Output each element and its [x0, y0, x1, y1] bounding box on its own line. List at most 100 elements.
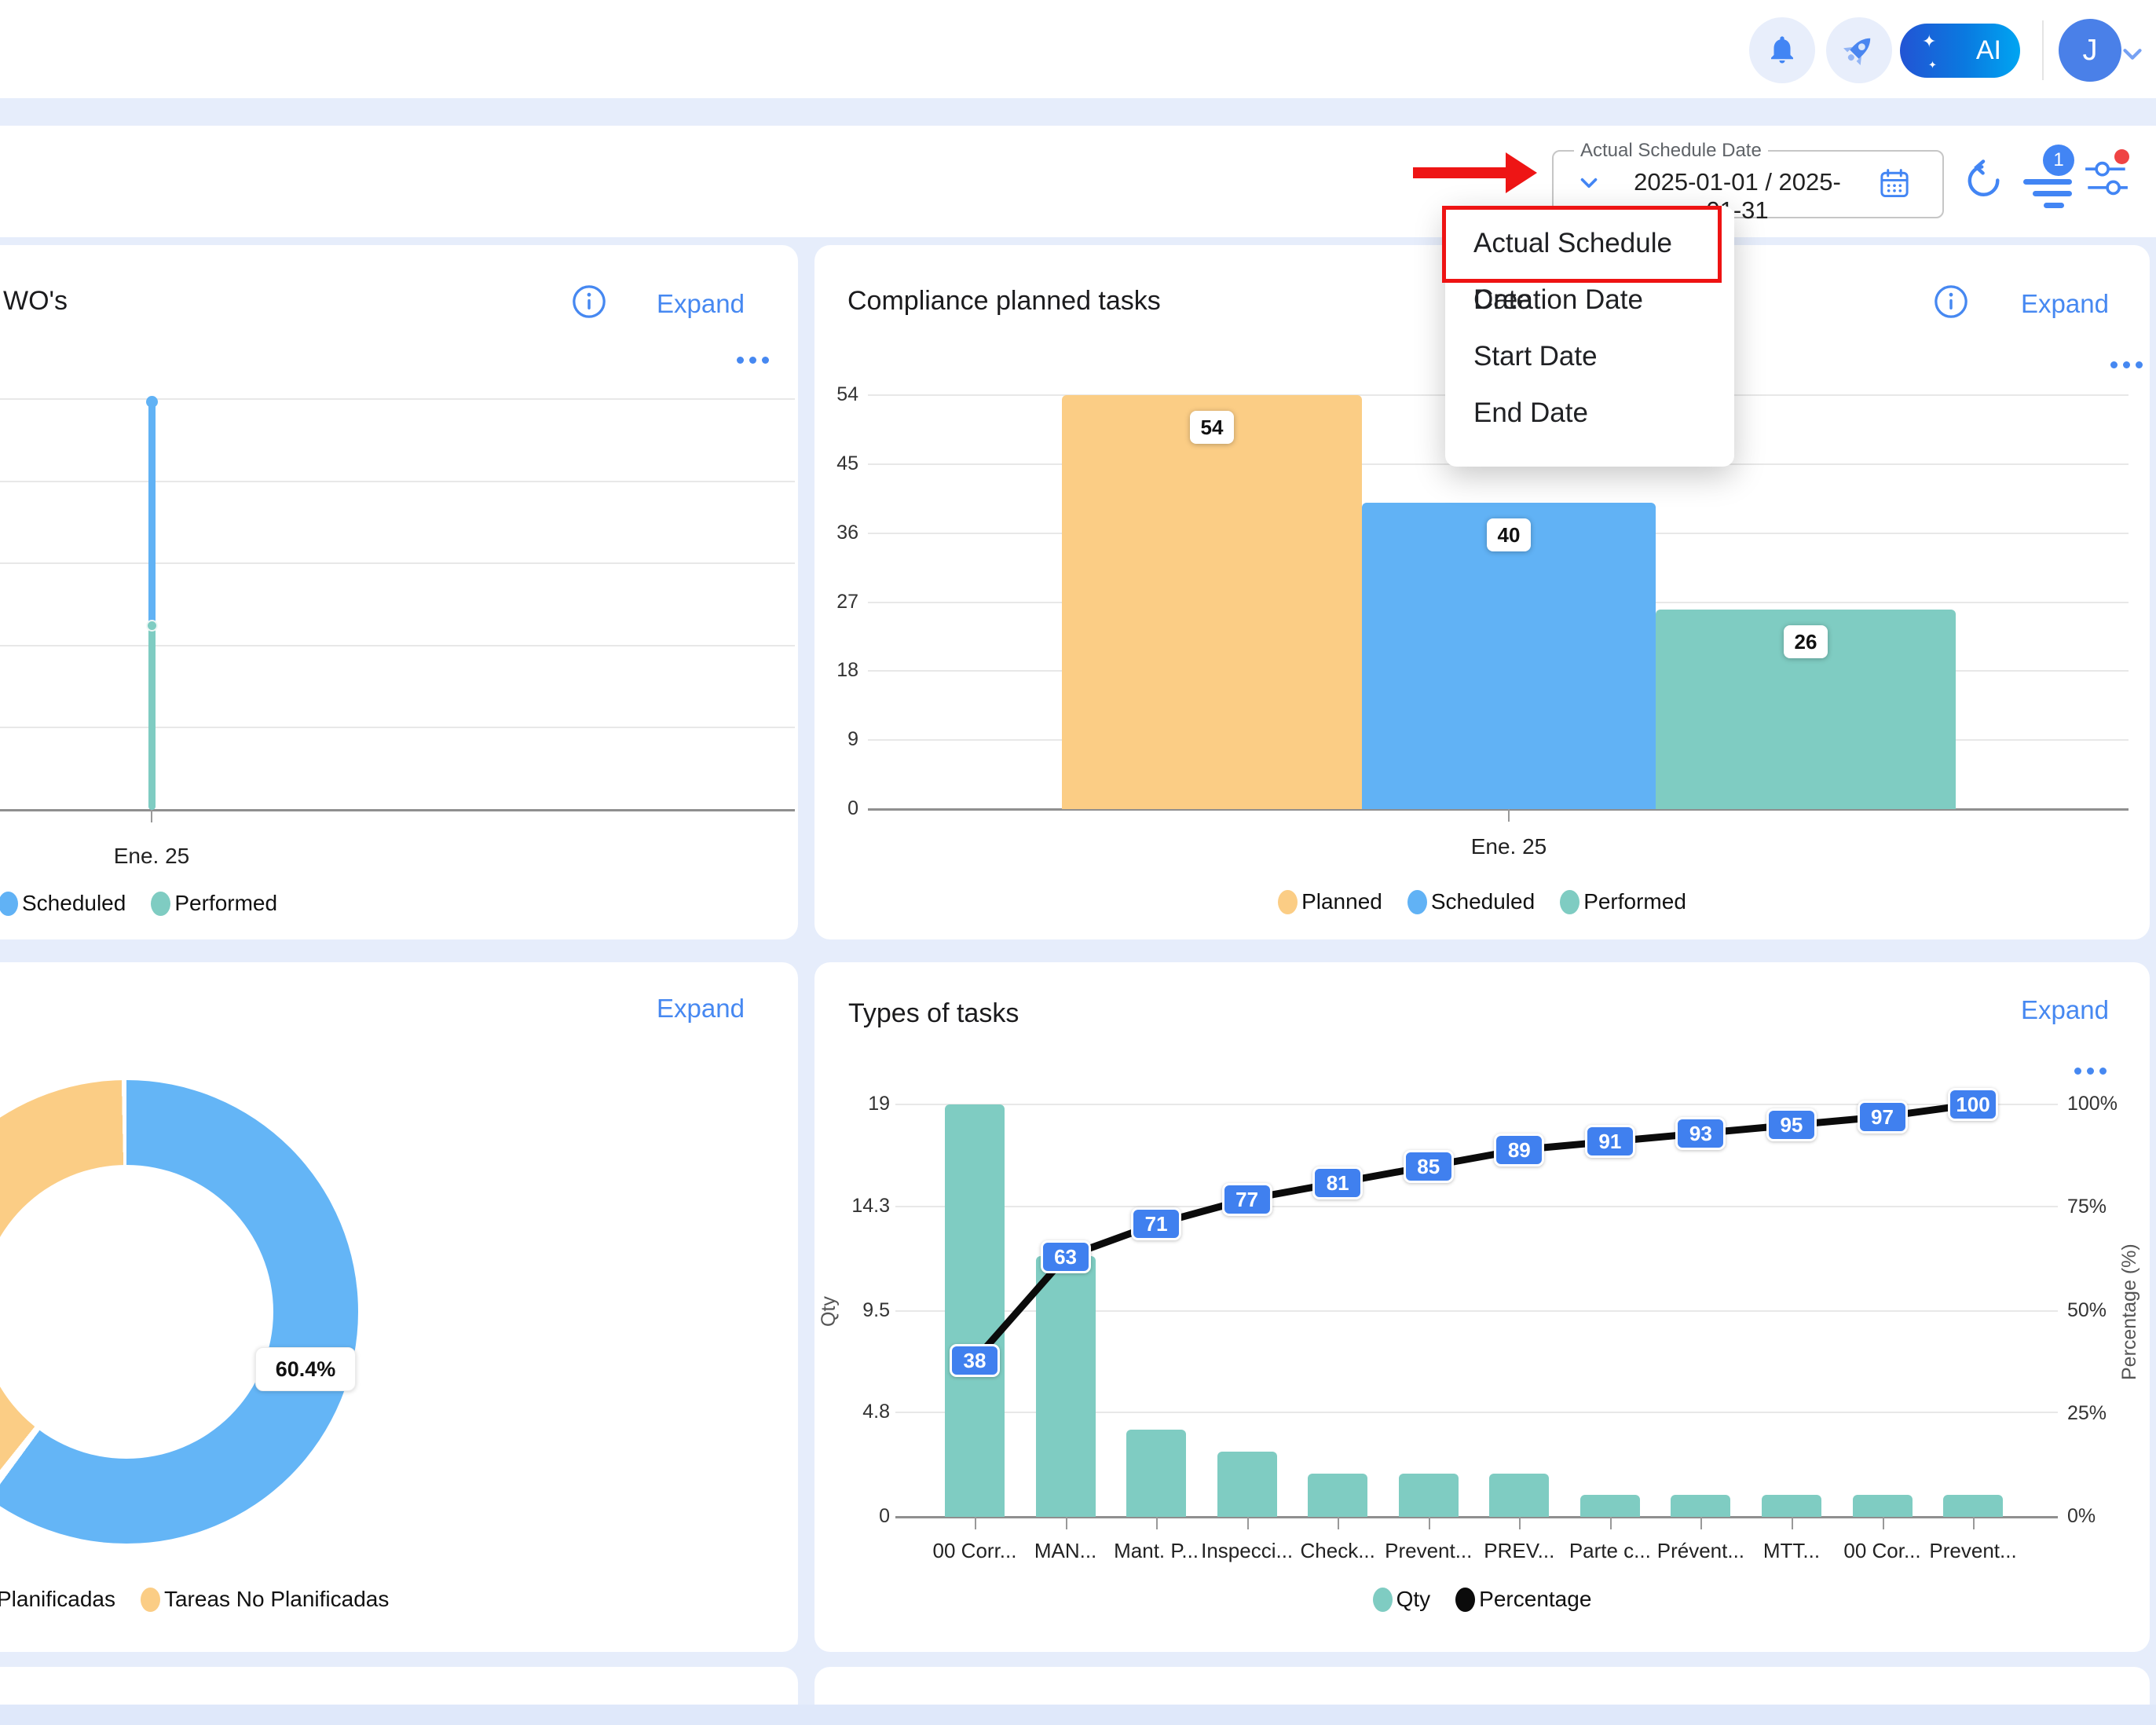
bottom-band — [0, 1705, 2156, 1725]
filter-count: 1 — [2053, 149, 2063, 171]
pareto-chart: 04.89.514.3190%25%50%75%100%00 Corr...MA… — [814, 962, 2150, 1652]
x-axis-category: Ene. 25 — [1430, 834, 1587, 859]
legend-item[interactable]: Planificadas — [0, 1587, 115, 1612]
legend-dot — [1560, 890, 1579, 914]
y-axis-label: 9 — [814, 728, 858, 751]
expand-button[interactable]: Expand — [657, 994, 745, 1024]
annotation-red-arrow — [1413, 167, 1506, 178]
cumulative-percentage-badge: 89 — [1494, 1134, 1544, 1166]
rocket-button[interactable] — [1826, 17, 1892, 83]
cumulative-percentage-badge: 97 — [1858, 1101, 1908, 1134]
y-axis-label: 18 — [814, 659, 858, 682]
gridline — [0, 645, 795, 646]
legend-dot — [1407, 890, 1427, 914]
cumulative-percentage-badge: 91 — [1585, 1125, 1635, 1158]
chart-legend: Planned Scheduled Performed — [814, 889, 2150, 914]
cumulative-percentage-badge: 63 — [1041, 1240, 1091, 1273]
filter-count-badge: 1 — [2043, 145, 2074, 176]
legend-dot — [0, 892, 18, 916]
wos-chart: Ene. 25 — [0, 245, 798, 939]
user-avatar[interactable]: J — [2059, 19, 2121, 82]
rocket-icon — [1841, 31, 1877, 70]
cumulative-percentage-badge: 100 — [1948, 1088, 1998, 1121]
refresh-icon — [1962, 192, 2006, 204]
value-badge: 40 — [1487, 518, 1531, 551]
legend-item[interactable]: Qty — [1373, 1587, 1431, 1612]
legend-label: Performed — [1583, 889, 1686, 914]
legend-dot — [1373, 1588, 1393, 1612]
cumulative-percentage-badge: 71 — [1131, 1207, 1181, 1240]
value-badge: 26 — [1784, 625, 1828, 658]
cumulative-percentage-badge: 77 — [1222, 1183, 1272, 1216]
chart-legend: Planificadas Tareas No Planificadas — [0, 1587, 389, 1612]
cumulative-percentage-line — [814, 962, 2150, 1652]
chevron-down-icon[interactable] — [1576, 170, 1602, 200]
annotation-red-box — [1442, 206, 1722, 283]
y-axis-label: 45 — [814, 452, 858, 475]
y-axis-label: 36 — [814, 522, 858, 544]
ai-button-label: AI — [1976, 35, 2001, 66]
bar-planned — [1062, 395, 1362, 809]
card-planned-vs-unplanned: Expand 60.4% Planificadas Tareas No Plani… — [0, 962, 798, 1652]
cumulative-percentage-badge: 38 — [950, 1344, 1000, 1377]
notification-red-dot — [2114, 149, 2129, 164]
legend-label: Planned — [1301, 889, 1382, 914]
settings-sliders-button[interactable] — [2080, 157, 2133, 202]
legend-label: Scheduled — [22, 891, 126, 916]
avatar-initial: J — [2083, 34, 2098, 68]
legend-item[interactable]: Performed — [1560, 889, 1686, 914]
legend-item[interactable]: Performed — [151, 891, 277, 916]
legend-dot — [151, 892, 170, 916]
donut-percentage-label: 60.4% — [255, 1347, 356, 1391]
legend-dot — [1278, 890, 1298, 914]
cumulative-percentage-badge: 81 — [1312, 1166, 1363, 1199]
value-badge: 54 — [1190, 411, 1234, 444]
ai-assistant-button[interactable]: ✦ ✦ AI — [1900, 24, 2020, 78]
filter-lines-icon — [2012, 200, 2083, 211]
calendar-icon[interactable] — [1877, 167, 1912, 205]
user-menu-chevron-icon[interactable] — [2118, 39, 2147, 73]
card-wos: WO's Expand Ene. 25 ScheduledPerformed — [0, 245, 798, 939]
sparkle-icon: ✦ — [1922, 31, 1936, 52]
x-axis-category: Ene. 25 — [73, 844, 230, 869]
bell-icon — [1766, 33, 1799, 68]
card-types-of-tasks: Types of tasks Expand Qty Percentage (%)… — [814, 962, 2150, 1652]
date-field-label: Actual Schedule Date — [1574, 140, 1768, 162]
notifications-button[interactable] — [1749, 17, 1815, 83]
legend-item[interactable]: Scheduled — [1407, 889, 1535, 914]
y-axis-label: 0 — [814, 797, 858, 820]
x-axis-line — [0, 809, 795, 811]
chart-legend: Qty Percentage — [814, 1587, 2150, 1612]
date-type-dropdown: Actual Schedule Date Creation Date Start… — [1445, 206, 1734, 467]
cumulative-percentage-badge: 93 — [1675, 1117, 1726, 1150]
y-axis-label: 54 — [814, 383, 858, 406]
legend-label: Tareas No Planificadas — [164, 1587, 389, 1612]
point-scheduled — [146, 396, 158, 408]
cumulative-percentage-badge: 95 — [1766, 1108, 1817, 1141]
y-axis-label: 27 — [814, 591, 858, 613]
legend-label: Scheduled — [1431, 889, 1535, 914]
refresh-button[interactable] — [1957, 157, 2011, 205]
x-axis-tick — [1508, 809, 1510, 822]
topbar-divider — [2042, 20, 2044, 80]
legend-label: Performed — [174, 891, 277, 916]
legend-item[interactable]: Scheduled — [0, 891, 126, 916]
cumulative-percentage-badge: 85 — [1404, 1150, 1454, 1183]
point-performed — [146, 620, 158, 632]
bar-performed — [148, 625, 156, 810]
sparkle-icon: ✦ — [1928, 59, 1937, 71]
menu-item-end-date[interactable]: End Date — [1445, 385, 1734, 441]
legend-label: Percentage — [1479, 1587, 1591, 1612]
legend-dot — [141, 1588, 160, 1612]
menu-item-start-date[interactable]: Start Date — [1445, 328, 1734, 385]
topbar: ✦ ✦ AI J — [0, 0, 2156, 98]
sliders-icon — [2085, 189, 2129, 201]
legend-item[interactable]: Planned — [1278, 889, 1382, 914]
legend-item[interactable]: Percentage — [1455, 1587, 1591, 1612]
gridline — [0, 562, 795, 564]
chart-legend: Scheduled Performed — [0, 891, 277, 916]
gridline — [0, 727, 795, 728]
legend-item[interactable]: Tareas No Planificadas — [141, 1587, 389, 1612]
x-axis-tick — [151, 810, 152, 822]
legend-label: Qty — [1396, 1587, 1431, 1612]
